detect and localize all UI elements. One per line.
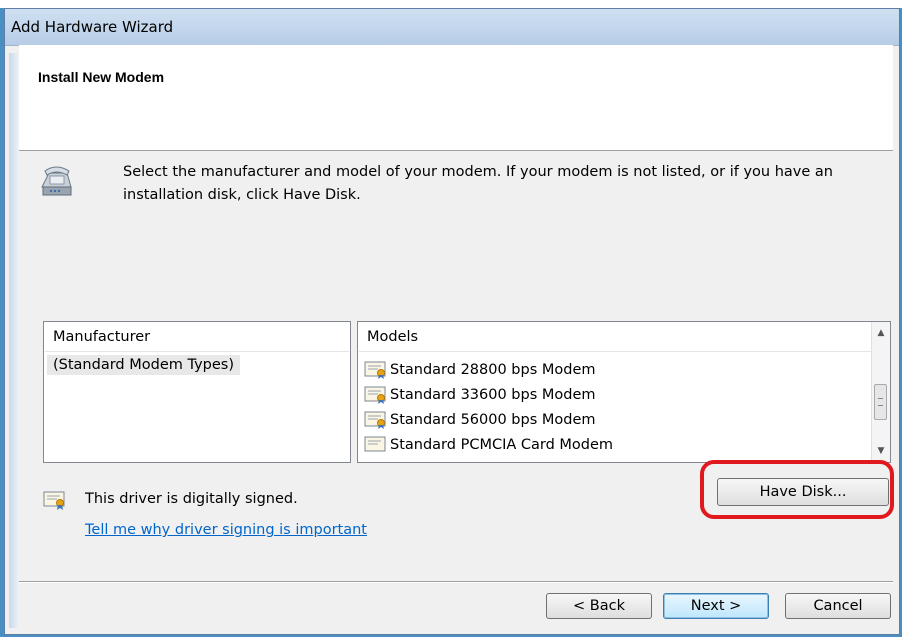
- window-left-edge: [9, 53, 19, 628]
- scroll-down-icon[interactable]: ▼: [872, 442, 890, 460]
- manufacturer-item[interactable]: (Standard Modem Types): [47, 355, 240, 375]
- model-label: Standard PCMCIA Card Modem: [390, 437, 614, 453]
- certificate-icon: [43, 491, 65, 510]
- model-item[interactable]: Standard 56000 bps Modem: [364, 408, 596, 432]
- driver-signing-link[interactable]: Tell me why driver signing is important: [85, 522, 367, 538]
- background-strip: [0, 0, 902, 8]
- certificate-icon: [364, 436, 386, 452]
- model-item[interactable]: Standard 33600 bps Modem: [364, 383, 596, 407]
- wizard-header: Install New Modem: [19, 45, 893, 151]
- certificate-icon: [364, 386, 386, 404]
- model-item[interactable]: Standard PCMCIA Card Modem: [364, 433, 613, 457]
- title-bar: Add Hardware Wizard: [5, 9, 899, 46]
- back-button[interactable]: < Back: [546, 593, 652, 619]
- model-label: Standard 28800 bps Modem: [390, 362, 596, 378]
- divider: [19, 581, 893, 583]
- signing-status: This driver is digitally signed.: [85, 491, 298, 507]
- page-title: Install New Modem: [38, 69, 165, 85]
- annotation-highlight: [700, 460, 894, 519]
- scroll-up-icon[interactable]: ▲: [872, 324, 890, 342]
- scroll-thumb[interactable]: [874, 384, 887, 420]
- certificate-icon: [364, 361, 386, 379]
- manufacturer-list[interactable]: Manufacturer (Standard Modem Types): [43, 321, 351, 463]
- manufacturer-header[interactable]: Manufacturer: [45, 323, 349, 352]
- model-label: Standard 56000 bps Modem: [390, 412, 596, 428]
- models-scrollbar[interactable]: ▲ ▼: [871, 322, 890, 462]
- model-label: Standard 33600 bps Modem: [390, 387, 596, 403]
- model-item[interactable]: Standard 28800 bps Modem: [364, 358, 596, 382]
- next-button[interactable]: Next >: [663, 593, 769, 619]
- cancel-button[interactable]: Cancel: [785, 593, 891, 619]
- models-list[interactable]: Models Standard 28800 bps Modem Standard…: [357, 321, 891, 463]
- window-title: Add Hardware Wizard: [11, 18, 174, 36]
- instructions-text: Select the manufacturer and model of you…: [123, 164, 833, 203]
- models-header[interactable]: Models: [359, 323, 889, 352]
- certificate-icon: [364, 411, 386, 429]
- wizard-window: Add Hardware Wizard Install New Modem Se…: [4, 8, 900, 635]
- modem-icon: [41, 166, 72, 196]
- wizard-content: Select the manufacturer and model of you…: [19, 151, 894, 626]
